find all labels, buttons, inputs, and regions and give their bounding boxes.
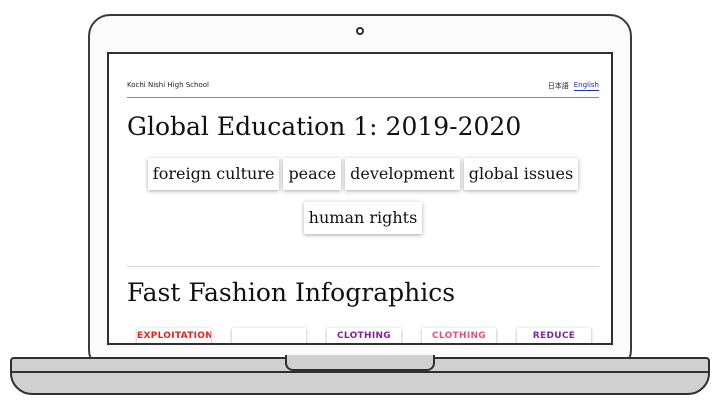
- thumbnail-label: EXPLOITATION: [137, 331, 211, 341]
- infographic-thumbnail[interactable]: [232, 328, 306, 343]
- tag-development[interactable]: development: [345, 158, 460, 190]
- laptop-screen: Kochi Nishi High School 日本語 English Glob…: [107, 52, 613, 345]
- thumbnail-label: CLOTHING: [336, 331, 391, 341]
- page-title: Global Education 1: 2019-2020: [127, 112, 522, 141]
- tag-foreign-culture[interactable]: foreign culture: [147, 158, 280, 190]
- tag-global-issues[interactable]: global issues: [463, 158, 579, 190]
- section-divider: [127, 266, 599, 267]
- school-name[interactable]: Kochi Nishi High School: [127, 81, 209, 97]
- infographic-thumbnails: EXPLOITATION CLOTHING CLOTHING REDUCE: [137, 328, 597, 343]
- thumbnail-label: CLOTHING: [431, 331, 486, 341]
- infographic-thumbnail[interactable]: CLOTHING: [327, 328, 401, 343]
- language-switcher: 日本語 English: [548, 81, 599, 97]
- section-title: Fast Fashion Infographics: [127, 278, 456, 307]
- tag-list: foreign culture peace development global…: [127, 158, 599, 234]
- lang-english-link[interactable]: English: [573, 81, 599, 91]
- lang-japanese-link[interactable]: 日本語: [548, 81, 569, 97]
- laptop-hinge-notch: [285, 355, 435, 371]
- infographic-thumbnail[interactable]: REDUCE: [517, 328, 591, 343]
- infographic-thumbnail[interactable]: CLOTHING: [422, 328, 496, 343]
- tag-human-rights[interactable]: human rights: [303, 202, 423, 234]
- site-header: Kochi Nishi High School 日本語 English: [127, 81, 599, 98]
- tag-peace[interactable]: peace: [283, 158, 342, 190]
- webcam-icon: [356, 27, 364, 35]
- thumbnail-label: REDUCE: [532, 331, 576, 341]
- infographic-thumbnail[interactable]: EXPLOITATION: [137, 328, 211, 343]
